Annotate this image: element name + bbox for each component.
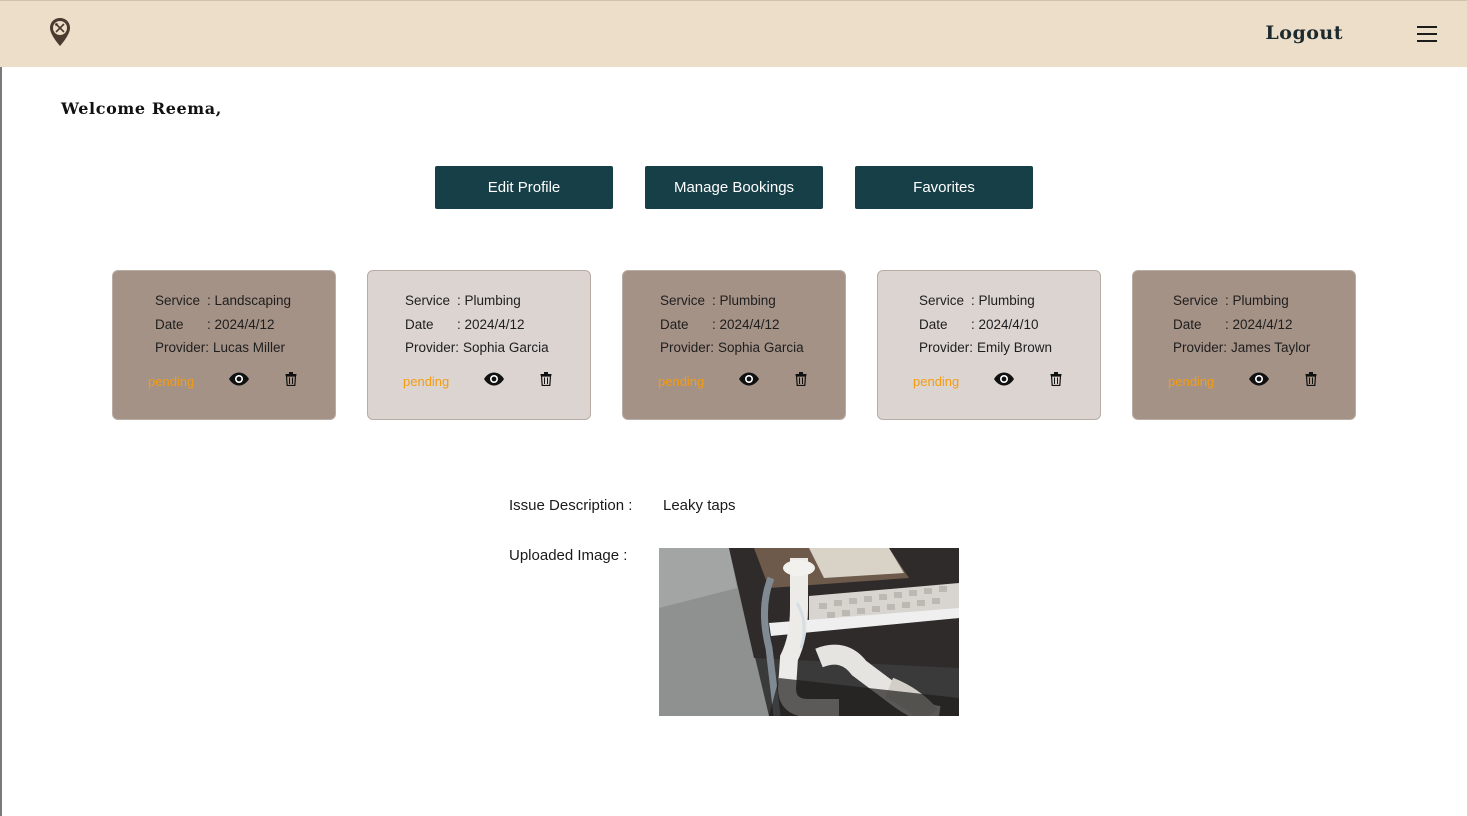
delete-trash-icon[interactable] <box>1305 372 1317 386</box>
manage-bookings-button[interactable]: Manage Bookings <box>645 166 823 209</box>
hamburger-menu-icon[interactable] <box>1417 26 1437 42</box>
view-eye-icon[interactable] <box>228 372 250 386</box>
issue-description-value: Leaky taps <box>663 497 736 514</box>
delete-trash-icon[interactable] <box>1050 372 1062 386</box>
provider-value: James Taylor <box>1231 340 1311 355</box>
status-badge: pending <box>913 374 960 389</box>
profile-actions: Edit Profile Manage Bookings Favorites <box>435 166 1033 209</box>
provider-label: Provider: <box>919 340 974 355</box>
delete-trash-icon[interactable] <box>285 372 297 386</box>
view-eye-icon[interactable] <box>993 372 1015 386</box>
booking-card: Service : Plumbing Date : 2024/4/12 Provid… <box>1132 270 1356 420</box>
service-label: Service <box>405 293 451 308</box>
status-badge: pending <box>148 374 195 389</box>
uploaded-image-label: Uploaded Image : <box>509 547 628 564</box>
delete-trash-icon[interactable] <box>540 372 552 386</box>
map-pin-tools-icon[interactable] <box>49 17 71 47</box>
welcome-heading: Welcome Reema, <box>61 99 222 118</box>
service-label: Service <box>1173 293 1219 308</box>
date-label: Date <box>1173 316 1202 332</box>
status-badge: pending <box>658 374 705 389</box>
service-value: : Plumbing <box>712 293 776 308</box>
provider-value: Lucas Miller <box>213 340 286 355</box>
service-value: : Plumbing <box>1225 293 1289 308</box>
bookings-list: Service : Landscaping Date : 2024/4/12 Pro… <box>112 270 1356 420</box>
service-label: Service <box>660 293 706 308</box>
provider-label: Provider: <box>155 340 210 355</box>
view-eye-icon[interactable] <box>483 372 505 386</box>
favorites-button[interactable]: Favorites <box>855 166 1033 209</box>
service-value: : Landscaping <box>207 293 292 308</box>
status-badge: pending <box>1168 374 1215 389</box>
provider-value: Emily Brown <box>977 340 1053 355</box>
status-badge: pending <box>403 374 450 389</box>
provider-label: Provider: <box>1173 340 1228 355</box>
date-label: Date <box>405 316 434 332</box>
service-value: : Plumbing <box>971 293 1035 308</box>
view-eye-icon[interactable] <box>738 372 760 386</box>
edit-profile-button[interactable]: Edit Profile <box>435 166 613 209</box>
date-label: Date <box>155 316 184 332</box>
issue-description-label: Issue Description : <box>509 497 633 514</box>
delete-trash-icon[interactable] <box>795 372 807 386</box>
date-label: Date <box>919 316 948 332</box>
service-value: : Plumbing <box>457 293 521 308</box>
view-eye-icon[interactable] <box>1248 372 1270 386</box>
date-label: Date <box>660 316 689 332</box>
booking-card: Service : Plumbing Date : 2024/4/12 Provid… <box>367 270 591 420</box>
provider-label: Provider: <box>660 340 715 355</box>
date-value: : 2024/4/12 <box>207 316 275 332</box>
booking-card: Service : Plumbing Date : 2024/4/10 Provid… <box>877 270 1101 420</box>
uploaded-leak-photo[interactable] <box>659 548 959 716</box>
service-label: Service <box>155 293 201 308</box>
service-label: Service <box>919 293 965 308</box>
top-navbar: Logout <box>0 0 1467 67</box>
date-value: : 2024/4/12 <box>457 316 525 332</box>
logout-link[interactable]: Logout <box>1265 22 1343 44</box>
date-value: : 2024/4/12 <box>712 316 780 332</box>
booking-card: Service : Plumbing Date : 2024/4/12 Provid… <box>622 270 846 420</box>
date-value: : 2024/4/10 <box>971 316 1039 332</box>
provider-value: Sophia Garcia <box>718 340 804 355</box>
booking-card: Service : Landscaping Date : 2024/4/12 Pro… <box>112 270 336 420</box>
provider-value: Sophia Garcia <box>463 340 549 355</box>
date-value: : 2024/4/12 <box>1225 316 1293 332</box>
provider-label: Provider: <box>405 340 460 355</box>
